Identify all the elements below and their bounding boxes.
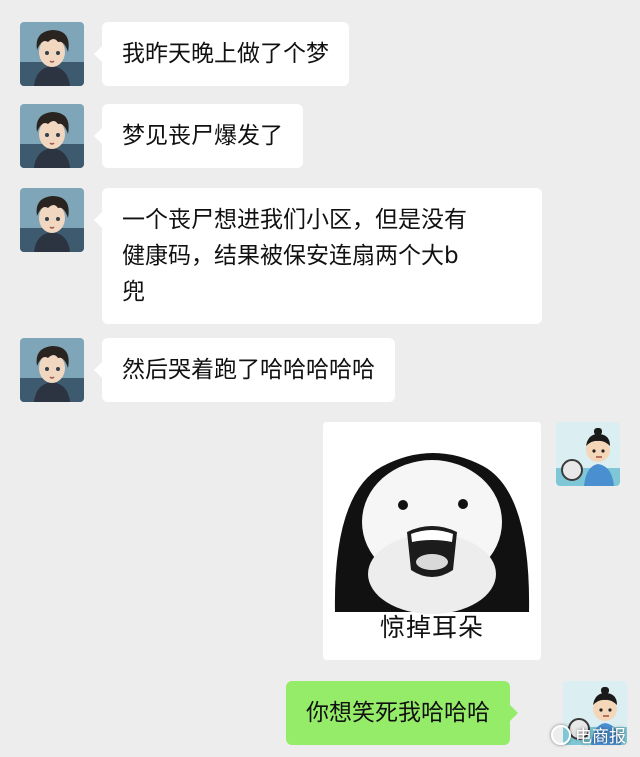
cartoon-kid-avatar-icon [556,422,620,486]
message-text: 梦见丧尸爆发了 [122,123,283,149]
message-line: 兜 [122,279,145,305]
message-line: 一个丧尸想进我们小区，但是没有 [122,207,467,233]
message-line: 健康码，结果被保安连扇两个大b [122,243,459,269]
sticker-message[interactable]: 惊掉耳朵 [323,422,541,660]
anime-boy-avatar-icon [20,338,84,402]
contact-avatar[interactable] [20,338,84,402]
my-message-bubble[interactable]: 你想笑死我哈哈哈 [286,681,518,745]
anime-boy-avatar-icon [20,22,84,86]
my-avatar[interactable] [556,422,620,486]
anime-boy-avatar-icon [20,188,84,252]
message-text: 我昨天晚上做了个梦 [122,41,329,67]
message-text: 然后哭着跑了哈哈哈哈哈 [122,357,375,383]
message-bubble[interactable]: 一个丧尸想进我们小区，但是没有 健康码，结果被保安连扇两个大b 兜 [94,188,542,324]
message-bubble[interactable]: 梦见丧尸爆发了 [94,104,303,168]
message-bubble[interactable]: 然后哭着跑了哈哈哈哈哈 [94,338,395,402]
contact-avatar[interactable] [20,104,84,168]
watermark-text: 电商报 [575,727,626,747]
watermark-logo-icon [551,724,571,745]
contact-avatar[interactable] [20,22,84,86]
message-text: 你想笑死我哈哈哈 [306,700,490,726]
watermark: 电商报 [551,722,626,747]
contact-avatar[interactable] [20,188,84,252]
anime-boy-avatar-icon [20,104,84,168]
message-bubble[interactable]: 我昨天晚上做了个梦 [94,22,349,86]
sticker-caption: 惊掉耳朵 [379,613,484,642]
